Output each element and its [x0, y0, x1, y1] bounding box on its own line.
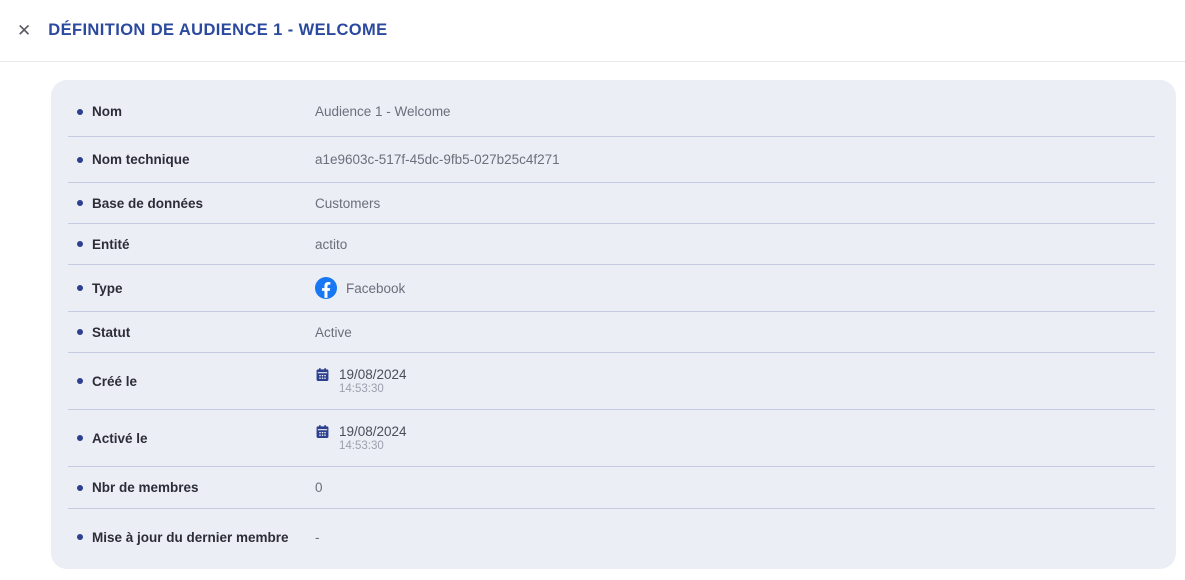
detail-row-nom-technique: Nom technique a1e9603c-517f-45dc-9fb5-02… — [68, 137, 1155, 183]
detail-value: 19/08/2024 14:53:30 — [315, 424, 407, 452]
close-button[interactable]: ✕ — [11, 16, 37, 45]
detail-value-text: Facebook — [346, 281, 405, 296]
detail-row-nbr-de-membres: Nbr de membres 0 — [68, 467, 1155, 509]
detail-date: 19/08/2024 — [339, 367, 407, 382]
detail-label: Nom technique — [92, 152, 315, 167]
detail-value: Facebook — [315, 277, 405, 299]
detail-row-entite: Entité actito — [68, 224, 1155, 265]
bullet-icon — [77, 200, 83, 206]
detail-label: Nbr de membres — [92, 480, 315, 495]
detail-row-base-de-donnees: Base de données Customers — [68, 183, 1155, 224]
detail-value: 0 — [315, 480, 323, 495]
detail-label: Nom — [92, 104, 315, 119]
detail-date: 19/08/2024 — [339, 424, 407, 439]
detail-value: Audience 1 - Welcome — [315, 104, 451, 119]
detail-row-type: Type Facebook — [68, 265, 1155, 312]
panel-body: Nom Audience 1 - Welcome Nom technique a… — [0, 80, 1185, 569]
detail-time: 14:53:30 — [339, 440, 407, 452]
detail-label: Activé le — [92, 431, 315, 446]
bullet-icon — [77, 241, 83, 247]
detail-value: - — [315, 530, 320, 545]
panel-header: ✕ DÉFINITION DE AUDIENCE 1 - WELCOME — [0, 0, 1185, 62]
detail-value: Active — [315, 325, 352, 340]
detail-row-cree-le: Créé le 19 — [68, 353, 1155, 410]
detail-label: Mise à jour du dernier membre — [92, 530, 315, 545]
detail-row-statut: Statut Active — [68, 312, 1155, 353]
page-title: DÉFINITION DE AUDIENCE 1 - WELCOME — [48, 21, 387, 40]
audience-details-card: Nom Audience 1 - Welcome Nom technique a… — [51, 80, 1176, 569]
bullet-icon — [77, 109, 83, 115]
bullet-icon — [77, 435, 83, 441]
bullet-icon — [77, 534, 83, 540]
detail-row-active-le: Activé le — [68, 410, 1155, 467]
detail-label: Statut — [92, 325, 315, 340]
detail-label: Type — [92, 281, 315, 296]
bullet-icon — [77, 329, 83, 335]
detail-value: actito — [315, 237, 347, 252]
calendar-icon — [315, 367, 330, 382]
detail-value: 19/08/2024 14:53:30 — [315, 367, 407, 395]
calendar-icon — [315, 424, 330, 439]
bullet-icon — [77, 157, 83, 163]
detail-time: 14:53:30 — [339, 383, 407, 395]
facebook-icon — [315, 277, 337, 299]
bullet-icon — [77, 378, 83, 384]
detail-value: a1e9603c-517f-45dc-9fb5-027b25c4f271 — [315, 152, 560, 167]
detail-value: Customers — [315, 196, 380, 211]
bullet-icon — [77, 285, 83, 291]
detail-label: Créé le — [92, 374, 315, 389]
detail-label: Entité — [92, 237, 315, 252]
audience-definition-panel: ✕ DÉFINITION DE AUDIENCE 1 - WELCOME Nom… — [0, 0, 1185, 580]
detail-label: Base de données — [92, 196, 315, 211]
detail-row-mise-a-jour: Mise à jour du dernier membre - — [68, 509, 1155, 565]
detail-row-nom: Nom Audience 1 - Welcome — [68, 87, 1155, 137]
bullet-icon — [77, 485, 83, 491]
